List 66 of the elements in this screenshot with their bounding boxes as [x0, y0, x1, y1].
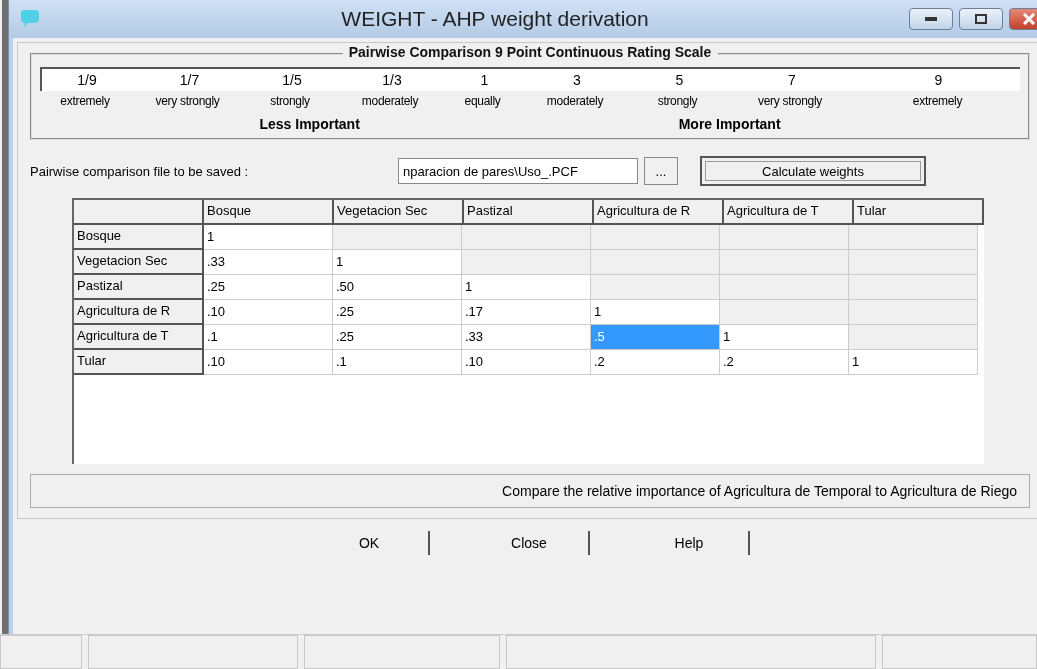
row-header: Agricultura de T [74, 325, 204, 350]
scale-value: 1/7 [178, 72, 201, 88]
row-header: Tular [74, 350, 204, 375]
scale-value: 3 [572, 72, 582, 88]
column-header: Agricultura de R [594, 200, 724, 225]
matrix-cell[interactable]: 1 [591, 300, 720, 325]
matrix-cell[interactable]: 1 [333, 250, 462, 275]
close-icon [1023, 13, 1035, 25]
more-important-label: More Important [678, 116, 781, 132]
matrix-cell[interactable]: .33 [462, 325, 591, 350]
scale-value: 7 [787, 72, 797, 88]
matrix-cell[interactable]: .2 [720, 350, 849, 375]
file-path-field[interactable]: nparacion de pares\Uso_.PCF [398, 158, 638, 184]
column-header: Vegetacion Sec [334, 200, 464, 225]
column-header: Bosque [204, 200, 334, 225]
matrix-cell[interactable]: 1 [204, 225, 333, 250]
scale-label: moderately [545, 94, 605, 108]
scale-label: strongly [656, 94, 699, 108]
matrix-cell[interactable]: .10 [204, 350, 333, 375]
row-header: Bosque [74, 225, 204, 250]
scale-label: extremely [59, 94, 111, 108]
scale-value: 5 [674, 72, 685, 88]
scale-label: moderately [360, 94, 420, 108]
app-icon [19, 9, 41, 29]
scale-label: very strongly [154, 94, 221, 108]
calculate-weights-button[interactable]: Calculate weights [700, 156, 926, 186]
matrix-cell[interactable]: 1 [462, 275, 591, 300]
window-title: WEIGHT - AHP weight derivation [340, 7, 650, 31]
close-button[interactable] [1009, 8, 1037, 30]
group-title: Pairwise Comparison 9 Point Continuous Rating Scale [342, 44, 718, 60]
matrix-cell[interactable]: .1 [204, 325, 333, 350]
column-header: Agricultura de T [724, 200, 854, 225]
less-important-label: Less Important [259, 116, 360, 132]
restore-icon [975, 14, 987, 24]
matrix-cell[interactable]: .10 [204, 300, 333, 325]
browse-button[interactable]: ... [644, 157, 678, 185]
file-label: Pairwise comparison file to be saved : [30, 163, 250, 179]
matrix-cell[interactable]: .25 [333, 300, 462, 325]
scale-value: 1 [479, 72, 490, 88]
matrix-cell[interactable]: 1 [849, 350, 978, 375]
maximize-button[interactable] [959, 8, 1003, 30]
matrix-cell[interactable]: 1 [720, 325, 849, 350]
scale-value: 1/3 [381, 72, 403, 88]
matrix-cell[interactable]: .25 [333, 325, 462, 350]
matrix-cell[interactable]: .1 [333, 350, 462, 375]
matrix-cell[interactable]: .50 [333, 275, 462, 300]
minimize-icon [925, 17, 937, 21]
scale-label: very strongly [756, 94, 824, 108]
scale-label: extremely [911, 94, 964, 108]
scale-value: 1/5 [281, 72, 303, 88]
row-header: Vegetacion Sec [74, 250, 204, 275]
scale-value: 9 [933, 72, 944, 88]
row-header: Pastizal [74, 275, 204, 300]
matrix-cell[interactable]: .17 [462, 300, 591, 325]
row-header: Agricultura de R [74, 300, 204, 325]
matrix-cell[interactable]: .10 [462, 350, 591, 375]
matrix-cell[interactable]: .2 [591, 350, 720, 375]
prompt-text: Compare the relative importance of Agricultura de Temporal to Agricultura de Riego [502, 483, 1017, 499]
matrix-cell[interactable]: .33 [204, 250, 333, 275]
minimize-button[interactable] [909, 8, 953, 30]
scale-value: 1/9 [76, 72, 98, 88]
scale-label: equally [463, 94, 502, 108]
column-header: Tular [854, 200, 984, 225]
scale-label: strongly [269, 94, 311, 108]
matrix-cell[interactable]: .25 [204, 275, 333, 300]
column-header: Pastizal [464, 200, 594, 225]
